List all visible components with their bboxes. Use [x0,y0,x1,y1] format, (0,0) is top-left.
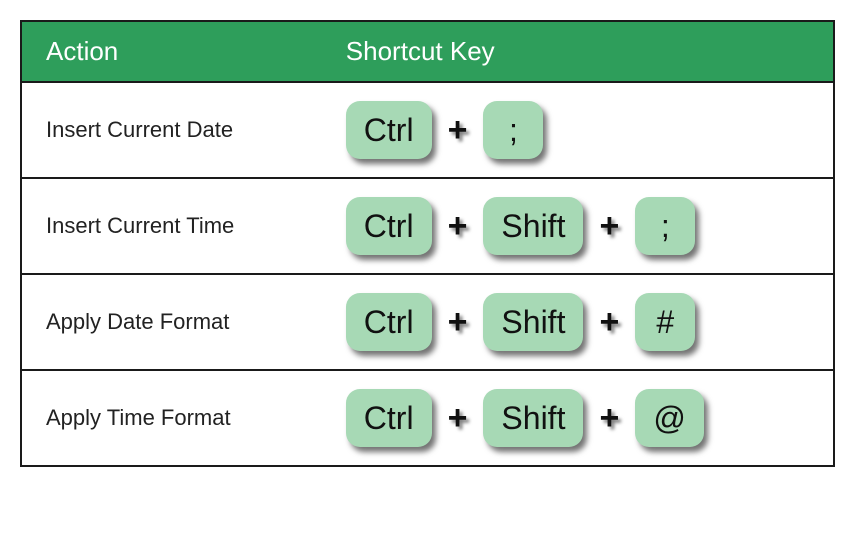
key-cap: ; [483,101,543,159]
plus-icon: + [593,399,625,438]
plus-icon: + [442,399,474,438]
action-cell: Apply Date Format [21,274,322,370]
key-sequence: Ctrl + Shift + # [346,293,809,351]
table-header-row: Action Shortcut Key [21,21,834,82]
key-cap: Ctrl [346,293,432,351]
shortcut-cell: Ctrl + Shift + ; [322,178,834,274]
plus-icon: + [593,207,625,246]
table-row: Apply Time Format Ctrl + Shift + @ [21,370,834,466]
header-shortcut: Shortcut Key [322,21,834,82]
key-cap: @ [635,389,703,447]
key-cap: Ctrl [346,389,432,447]
plus-icon: + [442,303,474,342]
key-cap: # [635,293,695,351]
key-sequence: Ctrl + Shift + @ [346,389,809,447]
key-cap: Shift [483,197,583,255]
plus-icon: + [442,207,474,246]
shortcut-cell: Ctrl + ; [322,82,834,178]
table-row: Insert Current Date Ctrl + ; [21,82,834,178]
key-sequence: Ctrl + ; [346,101,809,159]
table-row: Apply Date Format Ctrl + Shift + # [21,274,834,370]
key-cap: Ctrl [346,101,432,159]
plus-icon: + [593,303,625,342]
plus-icon: + [442,111,474,150]
action-cell: Insert Current Date [21,82,322,178]
key-sequence: Ctrl + Shift + ; [346,197,809,255]
key-cap: Shift [483,389,583,447]
shortcut-cell: Ctrl + Shift + # [322,274,834,370]
key-cap: ; [635,197,695,255]
key-cap: Shift [483,293,583,351]
shortcut-table: Action Shortcut Key Insert Current Date … [20,20,835,467]
header-action: Action [21,21,322,82]
action-cell: Insert Current Time [21,178,322,274]
shortcut-cell: Ctrl + Shift + @ [322,370,834,466]
table-row: Insert Current Time Ctrl + Shift + ; [21,178,834,274]
key-cap: Ctrl [346,197,432,255]
action-cell: Apply Time Format [21,370,322,466]
